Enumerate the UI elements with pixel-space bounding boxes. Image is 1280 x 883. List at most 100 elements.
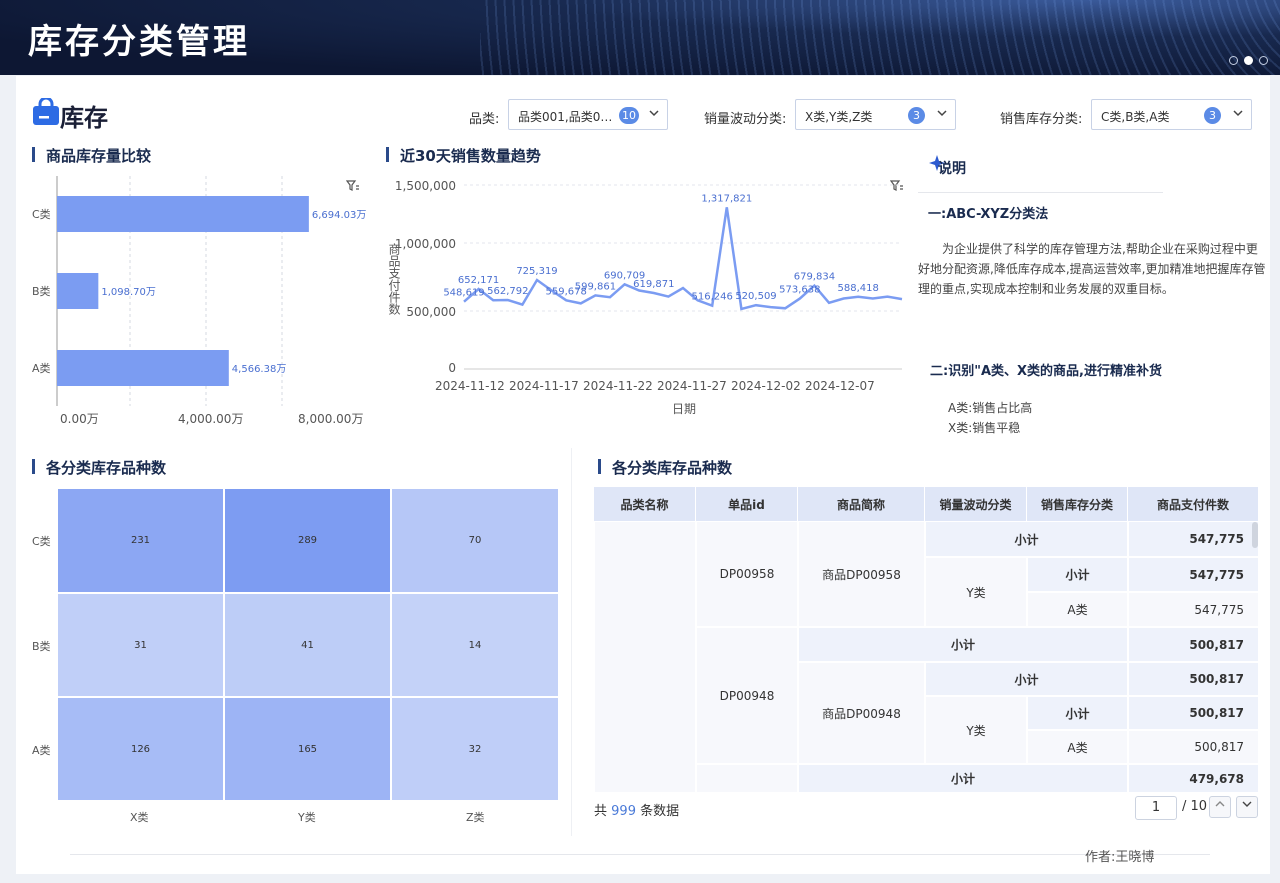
chevron-down-icon: [649, 110, 659, 117]
bar-value-label: 1,098.70万: [101, 287, 156, 298]
page-dot[interactable]: [1229, 56, 1238, 65]
trend-data-label: 679,834: [794, 272, 835, 283]
filter-stock-value: C类,B类,A类: [1101, 110, 1170, 124]
table-subtotal-label: 小计: [925, 662, 1128, 696]
notes-item: X类:销售平稳: [948, 421, 1021, 435]
chevron-down-icon: [937, 110, 947, 117]
bar-value-label: 4,566.38万: [232, 364, 287, 375]
notes-divider: [918, 192, 1163, 193]
trend-line-chart: 1,500,000 1,000,000 500,000 0 商品支付件数 202…: [387, 179, 903, 416]
bar-value-label: 6,694.03万: [312, 210, 367, 221]
inventory-bar-chart: C类 B类 A类 6,694.03万 1,098.70万 4,566.38万 0…: [32, 176, 367, 426]
table-header[interactable]: 品类名称: [594, 487, 696, 521]
filter-stock-count: 3: [1204, 107, 1221, 124]
trend-data-label: 725,319: [516, 266, 557, 277]
page-title: 库存分类管理: [28, 22, 250, 62]
table-subtotal-label: 小计: [798, 627, 1128, 662]
x-tick: 8,000.00万: [298, 412, 363, 426]
bar-c: [57, 196, 309, 232]
pager-suffix: 条数据: [640, 804, 680, 819]
notes-item: A类:销售占比高: [948, 401, 1033, 415]
category-label: C类: [32, 207, 51, 221]
trend-data-label: 619,871: [633, 279, 674, 290]
heatmap-title: 各分类库存品种数: [32, 457, 166, 478]
trend-data-label: 516,246: [692, 292, 733, 303]
trend-chart-title: 近30天销售数量趋势: [386, 145, 541, 166]
table-header[interactable]: 商品支付件数: [1128, 487, 1259, 521]
filter-wave-select[interactable]: X类,Y类,Z类 3: [795, 99, 956, 130]
filter-stock-label: 销售库存分类:: [1000, 112, 1083, 127]
filter-category-count: 10: [619, 107, 639, 124]
x-tick: 2024-11-27: [657, 379, 727, 393]
chevron-up-icon: [1215, 801, 1225, 807]
heatmap-cell: 231: [57, 488, 224, 593]
heatmap-cell: 70: [391, 488, 559, 593]
x-tick: 2024-11-17: [509, 379, 579, 393]
trend-data-label: 562,792: [487, 286, 528, 297]
heatmap-cell: 41: [224, 593, 391, 697]
author-label: 作者:王晓博: [1085, 850, 1155, 865]
page-total: / 10: [1182, 799, 1208, 814]
page-dot-active[interactable]: [1244, 56, 1253, 65]
bar-a: [57, 350, 229, 386]
heatmap-cell: 126: [57, 697, 224, 801]
table-subtotal-label: 小计: [798, 764, 1128, 793]
chevron-down-icon: [1242, 801, 1252, 807]
table-header[interactable]: 销量波动分类: [925, 487, 1027, 521]
heatmap-cell: 31: [57, 593, 224, 697]
x-tick: 2024-12-02: [731, 379, 801, 393]
page-next-button[interactable]: [1236, 796, 1258, 818]
heatmap-grid: 231 289 70 31 41 14 126 165 32: [57, 488, 559, 801]
filter-category-label: 品类:: [469, 112, 500, 127]
trend-series-line: [463, 207, 903, 311]
table-subtotal-value: 500,817: [1128, 627, 1259, 662]
x-axis-label: 日期: [672, 402, 696, 416]
dashboard-panel: 库存 品类: 品类001,品类0… 10 销量波动分类: X类,Y类,Z类 3 …: [16, 76, 1270, 874]
table-title: 各分类库存品种数: [598, 457, 732, 478]
pager-count: 999: [611, 804, 636, 819]
category-label: A类: [32, 361, 51, 375]
notes-heading-2: 二:识别"A类、X类的商品,进行精准补货: [930, 364, 1162, 379]
filter-stock-select[interactable]: C类,B类,A类 3: [1091, 99, 1252, 130]
notes-title: 说明: [938, 161, 966, 177]
table-header[interactable]: 商品简称: [798, 487, 925, 521]
x-tick: 0.00万: [60, 412, 99, 426]
trend-data-label: 520,509: [735, 291, 776, 302]
table-cell-name: 商品DP00948: [798, 662, 925, 764]
y-axis-label: 商品支付件数: [387, 242, 401, 316]
table-scrollbar[interactable]: [1252, 522, 1258, 548]
table-subtotal-value: 547,775: [1128, 521, 1259, 557]
filter-category-value: 品类001,品类0…: [518, 110, 613, 124]
table-cell: [696, 764, 798, 793]
trend-data-label: 588,418: [838, 283, 879, 294]
x-tick: 4,000.00万: [178, 412, 243, 426]
filter-category-select[interactable]: 品类001,品类0… 10: [508, 99, 668, 130]
table-subtotal-value: 500,817: [1128, 696, 1259, 730]
heatmap-row-label: C类: [32, 535, 51, 548]
chevron-down-icon: [1233, 110, 1243, 117]
column-divider: [571, 448, 572, 836]
x-tick: 2024-11-12: [435, 379, 505, 393]
page-prev-button[interactable]: [1209, 796, 1231, 818]
table-subtotal-value: 500,817: [1128, 662, 1259, 696]
notes-heading-1: 一:ABC-XYZ分类法: [928, 207, 1049, 222]
page-dot[interactable]: [1259, 56, 1268, 65]
category-label: B类: [32, 284, 51, 298]
table-subtotal-label: 小计: [1027, 696, 1128, 730]
trend-data-label: 548,619: [443, 288, 484, 299]
table-cell-id: DP00948: [696, 627, 798, 764]
trend-data-label: 1,317,821: [701, 193, 752, 204]
notes-paragraph: 为企业提供了科学的库存管理方法,帮助企业在采购过程中更好地分配资源,降低库存成本…: [918, 242, 1266, 296]
page-number-input[interactable]: 1: [1135, 796, 1177, 820]
heatmap-col-label: Y类: [298, 811, 316, 824]
header-banner: 库存分类管理: [0, 0, 1280, 75]
table-cell-value: 500,817: [1128, 730, 1259, 764]
table-header[interactable]: 销售库存分类: [1027, 487, 1128, 521]
table-header[interactable]: 单品id: [696, 487, 798, 521]
trend-data-labels: 548,619652,171562,792725,319559,678599,8…: [443, 193, 879, 302]
bar-b: [57, 273, 99, 309]
trend-data-label: 599,861: [575, 281, 616, 292]
table-cell-name: 商品DP00958: [798, 521, 925, 627]
page-dots: [1229, 56, 1268, 65]
heatmap-row-label: B类: [32, 640, 51, 653]
